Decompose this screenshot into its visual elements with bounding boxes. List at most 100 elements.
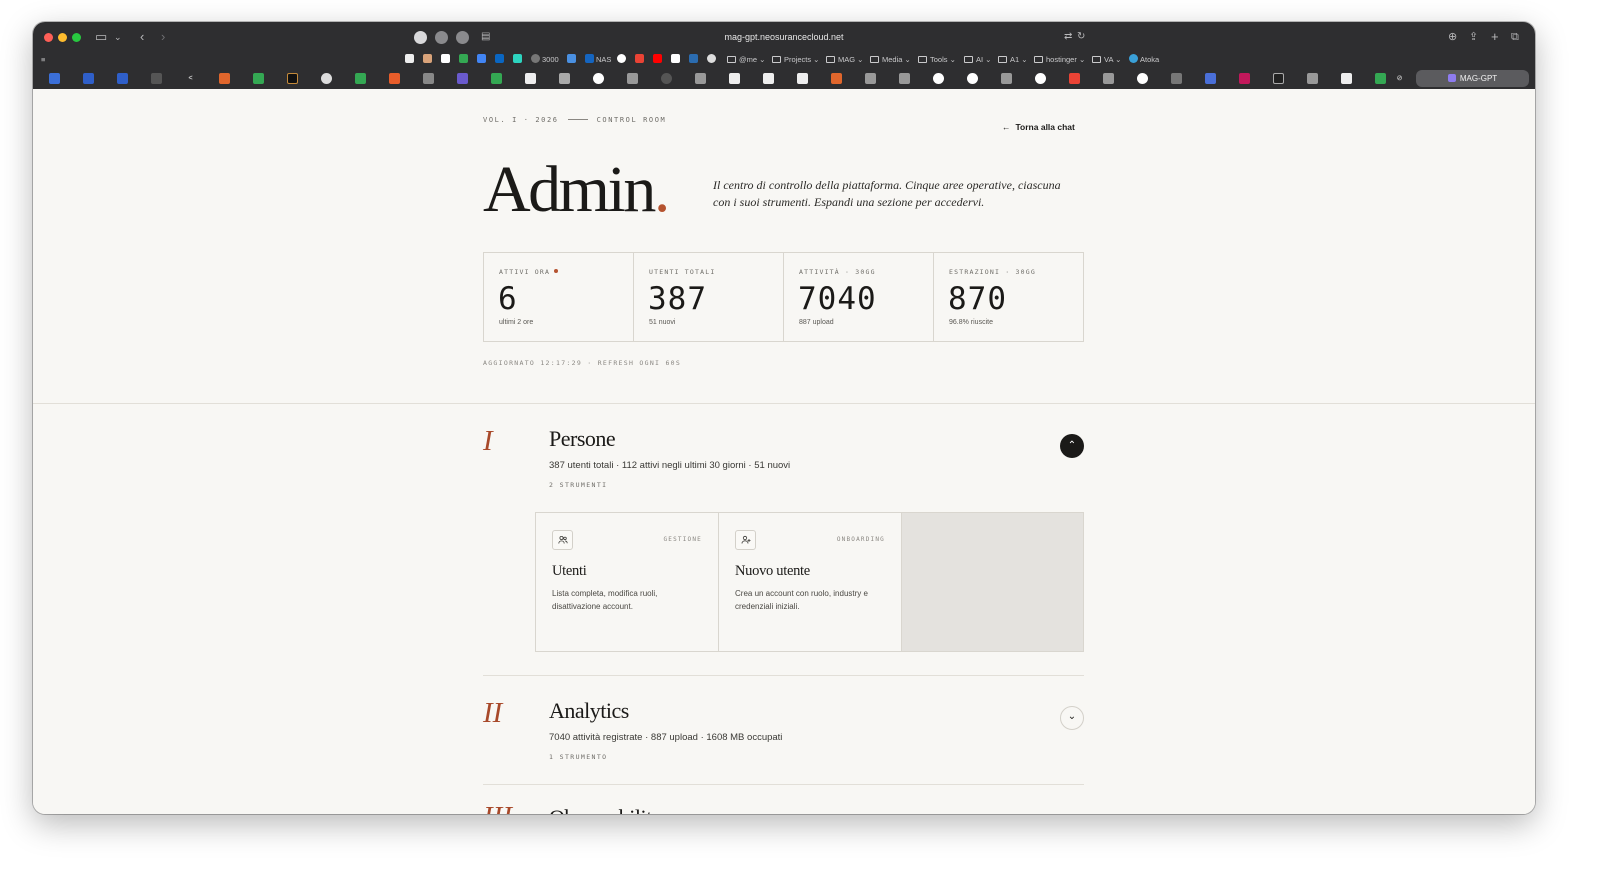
favorite-nas[interactable]: NAS [585,54,611,65]
favorite-icon[interactable] [423,54,434,65]
favorite-icon[interactable] [671,54,682,65]
back-to-chat-link[interactable]: ← Torna alla chat [1002,122,1075,132]
tab-overview-icon[interactable]: ⧉ [1511,30,1519,44]
kicker: VOL. I · 2026 CONTROL ROOM [483,116,666,124]
tab-favicon-icon[interactable] [1375,73,1386,84]
tab-favicon-icon[interactable] [253,73,264,84]
tab-favicon-icon[interactable] [763,73,774,84]
favorite-icon[interactable] [441,54,452,65]
favorite-icon[interactable] [653,54,664,65]
compass-icon[interactable]: ⊘ [1394,73,1405,84]
tab-favicon-icon[interactable] [593,73,604,84]
tab-favicon-icon[interactable] [1171,73,1182,84]
tab-favicon-icon[interactable] [627,73,638,84]
section-description: 7040 attività registrate · 887 upload · … [549,732,783,743]
tab-favicon-icon[interactable] [219,73,230,84]
section-analytics[interactable]: II Analytics 7040 attività registrate · … [483,697,1084,767]
favorite-icon[interactable] [495,54,506,65]
favorite-icon[interactable] [405,54,416,65]
favorite-folder-tools[interactable]: Tools ⌄ [918,54,956,65]
favorite-3000[interactable]: 3000 [531,54,559,65]
tab-favicon-icon[interactable] [389,73,400,84]
new-tab-icon[interactable]: + [1491,30,1499,44]
active-tab[interactable]: MAG-GPT [1416,70,1529,87]
tools-grid: GESTIONE Utenti Lista completa, modifica… [535,512,1084,652]
tab-favicon-icon[interactable] [1035,73,1046,84]
favorite-folder-me[interactable]: @me ⌄ [727,54,765,65]
favorite-label: MAG [838,55,856,64]
expand-toggle-button[interactable]: ⌄ [1060,706,1084,730]
tab-favicon-icon[interactable] [933,73,944,84]
favorite-atoka[interactable]: Atoka [1129,54,1159,65]
tab-favicon-icon[interactable] [559,73,570,84]
tab-favicon-icon[interactable] [729,73,740,84]
tab-favicon-icon[interactable] [321,73,332,84]
tab-favicon-icon[interactable] [355,73,366,84]
tab-favicon-icon[interactable] [117,73,128,84]
favorite-label: A1 [1010,55,1020,64]
kicker-volume: VOL. I · 2026 [483,116,559,124]
favorite-icon[interactable] [707,54,718,65]
tab-favicon-icon[interactable] [797,73,808,84]
tab-favicon-icon[interactable]: < [185,73,196,84]
tab-favicon-icon[interactable] [83,73,94,84]
tab-favicon-icon[interactable] [1307,73,1318,84]
tab-favicon-icon[interactable] [1341,73,1352,84]
favorite-folder-a1[interactable]: A1 ⌄ [998,54,1028,65]
tab-favicon-icon[interactable] [423,73,434,84]
favorite-icon[interactable] [635,54,646,65]
favorite-icon[interactable] [567,54,578,65]
favorite-label: Atoka [1140,55,1160,64]
download-icon[interactable]: ⊕ [1448,30,1457,44]
tab-favicon-icon[interactable] [151,73,162,84]
address-bar[interactable]: mag-gpt.neosurancecloud.net [33,32,1535,42]
tab-favicon-icon[interactable] [525,73,536,84]
tab-favicon-icon[interactable] [1239,73,1250,84]
stat-label: ATTIVITÀ · 30GG [799,268,876,276]
tab-favicon-icon[interactable] [1205,73,1216,84]
section-divider [483,784,1084,785]
favorite-icon[interactable] [459,54,470,65]
favorite-folder-hostinger[interactable]: hostinger ⌄ [1034,54,1085,65]
section-numeral: I [483,425,493,457]
tab-favicon-icon[interactable] [1137,73,1148,84]
tab-favicon-icon[interactable] [661,73,672,84]
stat-label: ATTIVI ORA [499,268,559,276]
tab-favicon-icon[interactable] [49,73,60,84]
tab-favicon-icon[interactable] [287,73,298,84]
tab-favicon-icon[interactable] [1103,73,1114,84]
kicker-section: CONTROL ROOM [596,116,667,124]
tab-favicon-icon[interactable] [865,73,876,84]
tool-card-nuovo-utente[interactable]: ONBOARDING Nuovo utente Crea un account … [719,513,902,651]
tool-card-utenti[interactable]: GESTIONE Utenti Lista completa, modifica… [536,513,719,651]
tab-favicon-icon[interactable] [831,73,842,84]
share-icon[interactable]: ⇪ [1469,30,1478,44]
favorite-folder-projects[interactable]: Projects ⌄ [772,54,819,65]
reload-icon[interactable]: ↻ [1077,30,1085,44]
tab-favicon-icon[interactable] [1069,73,1080,84]
tab-favicon-icon[interactable] [1273,73,1284,84]
section-observability[interactable]: III Observability [483,801,1084,814]
favorite-icon[interactable] [617,54,628,65]
section-persone[interactable]: I Persone 387 utenti totali · 112 attivi… [483,425,1084,495]
tab-favicon-icon[interactable] [1001,73,1012,84]
favorite-icon[interactable] [513,54,524,65]
tab-favicon-icon[interactable] [491,73,502,84]
last-updated: AGGIORNATO 12:17:29 · REFRESH OGNI 60S [483,359,682,367]
favorites-menu-icon[interactable]: ≡ [41,54,45,65]
favorite-folder-media[interactable]: Media ⌄ [870,54,911,65]
tab-favicon-icon[interactable] [457,73,468,84]
tab-favicon-icon[interactable] [899,73,910,84]
favorite-icon[interactable] [689,54,700,65]
tab-favicon-icon[interactable] [695,73,706,84]
favorite-icon[interactable] [477,54,488,65]
collapse-toggle-button[interactable]: ⌃ [1060,434,1084,458]
favorite-folder-va[interactable]: VA ⌄ [1092,54,1121,65]
tab-favicon-icon[interactable] [967,73,978,84]
tool-tag: ONBOARDING [836,536,885,543]
empty-tool-slot [902,513,1083,651]
favorite-folder-mag[interactable]: MAG ⌄ [826,54,863,65]
favorite-folder-ai[interactable]: AI ⌄ [964,54,991,65]
translate-icon[interactable]: ⇄ [1064,30,1072,44]
divider [33,403,1535,404]
